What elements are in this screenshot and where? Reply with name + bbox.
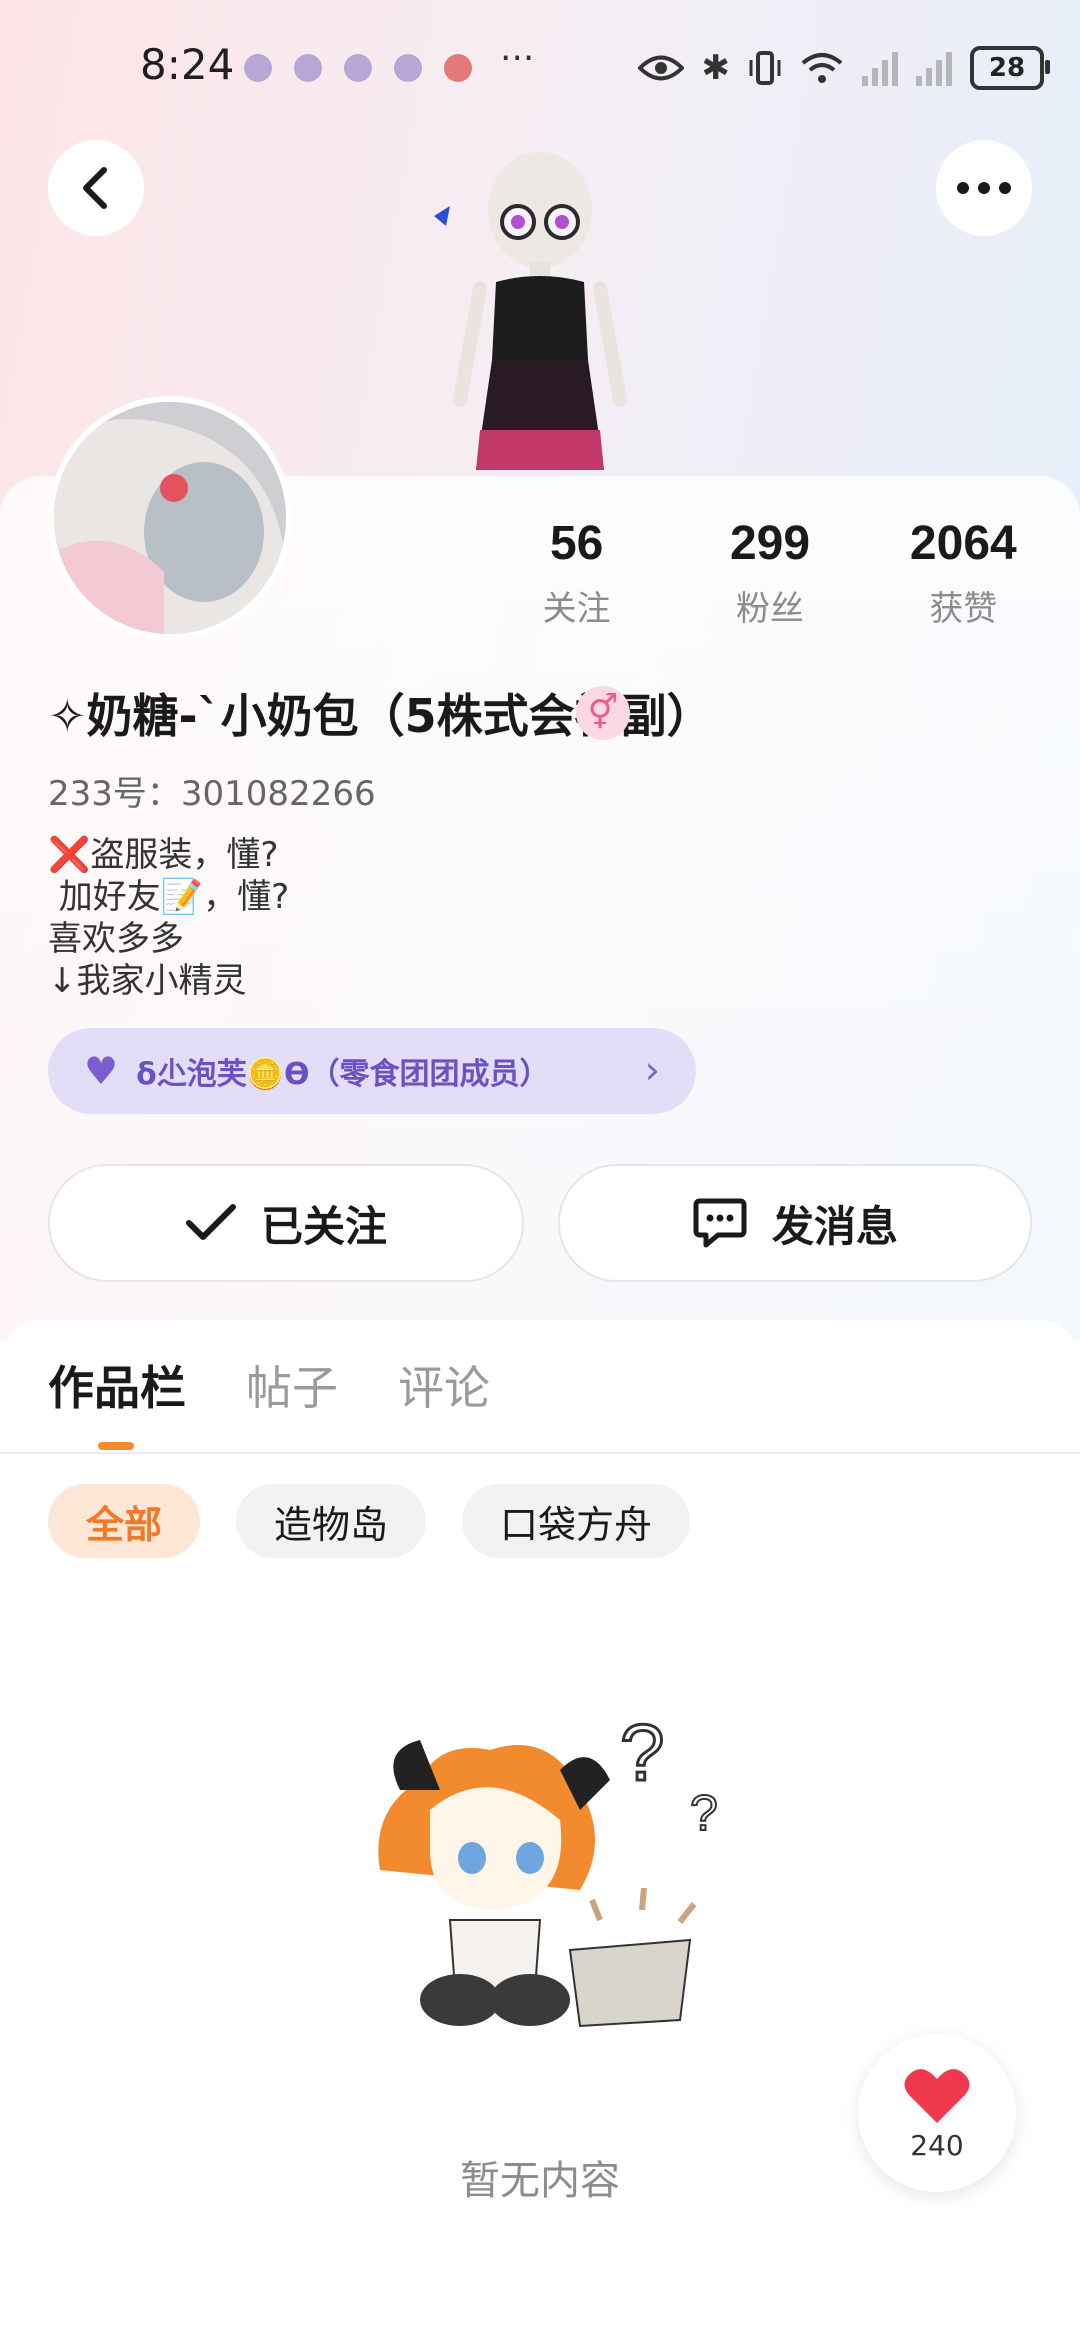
chip-creation-island[interactable]: 造物岛 [236,1484,427,1558]
battery-indicator: 28 [970,46,1050,90]
stat-followers[interactable]: 299 粉丝 [673,516,866,630]
stat-value: 56 [549,517,604,570]
bio-line: 加好友📝，懂? [48,877,290,917]
chip-all[interactable]: 全部 [48,1484,201,1558]
profile-stats: 56 关注 299 粉丝 2064 获赞 [480,516,1060,630]
check-icon [185,1204,236,1240]
tab-works[interactable]: 作品栏 [48,1352,186,1418]
stat-value: 2064 [909,517,1017,570]
stat-following[interactable]: 56 关注 [480,516,673,630]
3d-avatar-figure [434,152,627,470]
back-button[interactable] [48,140,144,236]
svg-text:?: ? [620,1708,665,1797]
stat-label: 关注 [542,589,611,629]
eye-icon [637,55,684,81]
stat-likes[interactable]: 2064 获赞 [867,516,1060,630]
avatar-image [54,402,286,634]
more-dots-icon [957,182,1011,194]
message-button[interactable]: 发消息 [558,1164,1032,1282]
stat-label: 获赞 [929,589,998,629]
app-notification-icon [444,54,472,82]
status-time: 8:24 [140,40,235,89]
app-notification-icon [244,54,272,82]
chevron-right-icon: › [644,1048,660,1092]
heart-icon [904,2068,970,2123]
stat-label: 粉丝 [735,589,804,629]
message-label: 发消息 [771,1201,898,1251]
chat-bubble-icon [693,1198,747,1248]
wifi-icon [801,53,843,83]
user-id[interactable]: 233号：301082266 [48,766,376,815]
heart-icon: ♥ [84,1049,119,1093]
stat-value: 299 [729,517,811,570]
floating-like-button[interactable]: 240 [858,2034,1016,2192]
group-badge[interactable]: ♥ ẟ尐泡芙🪙ϴ（零食团团成员） › [48,1028,696,1114]
chip-pocket-ark[interactable]: 口袋方舟 [462,1484,691,1558]
empty-state-illustration: ? ? [378,1707,719,2028]
signal-icon [916,50,952,86]
signal-icon [862,50,898,86]
gender-icon: ⚥ [576,686,630,740]
app-notification-icon [344,54,372,82]
bio: ❌盗服装，懂? 加好友📝，懂? 喜欢多多 ↓我家小精灵 [48,834,289,1002]
content-tabs: 作品栏 帖子 评论 [48,1352,490,1418]
tab-posts[interactable]: 帖子 [246,1352,338,1418]
svg-text:?: ? [690,1785,718,1841]
profile-avatar[interactable] [48,396,292,640]
app-notification-icon [294,54,322,82]
filter-chips: 全部 造物岛 口袋方舟 [48,1484,691,1558]
back-arrow-icon [83,167,107,209]
bio-line: 喜欢多多 [48,919,184,959]
bio-line: ↓我家小精灵 [48,961,247,1001]
status-bar: 8:24 ··· ✱ 28 [0,0,1080,140]
follow-button[interactable]: 已关注 [48,1164,524,1282]
bluetooth-icon: ✱ [701,48,731,88]
tab-comments[interactable]: 评论 [398,1352,490,1418]
status-more: ··· [500,38,535,79]
tabs-divider [0,1452,1080,1454]
active-tab-indicator [98,1442,134,1450]
app-notification-icon [394,54,422,82]
like-count: 240 [910,2128,964,2162]
follow-label: 已关注 [260,1201,387,1251]
more-options-button[interactable] [936,140,1032,236]
group-name: ẟ尐泡芙🪙ϴ（零食团团成员） [136,1057,550,1092]
notification-icons [244,54,472,82]
bio-line: ❌盗服装，懂? [48,835,279,875]
vibrate-icon [749,51,781,85]
system-icons: ✱ 28 [637,46,1050,90]
